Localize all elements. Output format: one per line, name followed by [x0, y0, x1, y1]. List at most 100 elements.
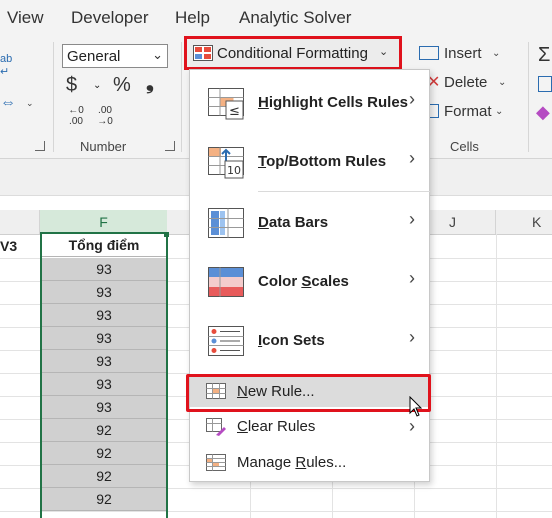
label-part: ighlight Cells Rules — [268, 94, 409, 111]
group-divider — [181, 42, 182, 152]
table-cell[interactable]: 92 — [42, 442, 166, 465]
chevron-right-icon: › — [409, 327, 415, 347]
alignment-launcher-icon[interactable] — [35, 141, 45, 151]
column-header-f[interactable]: F — [40, 210, 167, 234]
mouse-pointer-icon — [409, 396, 423, 417]
number-group-label: Number — [80, 139, 127, 154]
menu-item-top-bottom-rules[interactable]: 10 Top/Bottom Rules › — [190, 134, 429, 192]
accelerator-key: T — [258, 153, 267, 170]
accelerator-key: H — [258, 94, 269, 111]
chevron-down-icon: ⌄ — [152, 47, 163, 62]
clear-rules-label: Clear Rules — [237, 418, 315, 435]
merge-center-icon[interactable]: ⇔ — [0, 94, 16, 112]
table-cell[interactable]: 93 — [42, 304, 166, 327]
menu-bar: View Developer Help Analytic Solver — [0, 0, 552, 36]
column-header-e[interactable] — [0, 210, 40, 234]
label-part: ules... — [306, 454, 347, 471]
label-part: lear Rules — [247, 418, 316, 435]
table-cell[interactable]: 93 — [42, 281, 166, 304]
table-cell[interactable]: 93 — [42, 258, 166, 281]
conditional-formatting-button[interactable]: Conditional Formatting ⌄ — [184, 36, 402, 70]
chevron-right-icon: › — [409, 209, 415, 229]
group-divider — [528, 42, 529, 152]
table-cell[interactable]: 93 — [42, 373, 166, 396]
data-bars-label: Data Bars — [258, 214, 328, 231]
column-header-k[interactable] — [496, 210, 552, 234]
column-k-label: K — [532, 214, 542, 230]
column-j-label: J — [449, 214, 456, 230]
menu-item-icon-sets[interactable]: Icon Sets › — [190, 313, 429, 371]
insert-dropdown-icon[interactable]: ⌄ — [492, 48, 500, 59]
icon-sets-label: Icon Sets — [258, 332, 325, 349]
color-scales-icon — [208, 267, 244, 297]
format-dropdown-icon[interactable]: ⌄ — [495, 106, 503, 117]
percent-style-icon[interactable]: % — [113, 74, 131, 97]
number-format-value: General — [67, 48, 121, 65]
menu-item-color-scales[interactable]: Color Scales › — [190, 254, 429, 312]
table-cell[interactable]: 93 — [42, 327, 166, 350]
format-button[interactable]: Format — [444, 103, 492, 120]
increase-decimal-top: ←0 — [68, 105, 84, 116]
accounting-dropdown-icon[interactable]: ⌄ — [93, 80, 101, 91]
fill-icon[interactable] — [538, 76, 552, 92]
label-part: Manage — [237, 454, 296, 471]
menu-item-highlight-cells-rules[interactable]: ≤ Highlight Cells Rules › — [190, 75, 429, 133]
comma-style-icon[interactable]: ❟ — [146, 72, 154, 95]
less-equal-glyph: ≤ — [229, 104, 240, 119]
merge-dropdown-icon[interactable]: ⌄ — [26, 98, 34, 109]
cell-f1-header[interactable]: Tổng điểm — [42, 234, 166, 257]
new-rule-highlight-annotation — [186, 374, 431, 412]
wrap-text-icon[interactable]: ab ↵ — [0, 53, 12, 78]
menu-item-clear-rules[interactable]: Clear Rules › — [190, 412, 429, 442]
decrease-decimal-icon[interactable]: .00 →0 — [94, 105, 116, 127]
cell-e1[interactable]: V3 — [0, 234, 40, 258]
label-part: Color — [258, 273, 302, 290]
accelerator-key: S — [301, 273, 312, 290]
menu-help[interactable]: Help — [175, 8, 210, 28]
table-cell[interactable]: 92 — [42, 488, 166, 511]
menu-analytic-solver[interactable]: Analytic Solver — [239, 8, 351, 28]
table-cell[interactable]: 93 — [42, 396, 166, 419]
menu-item-data-bars[interactable]: Data Bars › — [190, 195, 429, 253]
menu-item-manage-rules[interactable]: Manage Rules... — [190, 448, 429, 478]
fill-handle[interactable] — [164, 232, 169, 237]
manage-rules-label: Manage Rules... — [237, 454, 346, 471]
group-divider — [53, 42, 54, 152]
insert-button[interactable]: Insert — [444, 45, 482, 62]
accounting-format-icon[interactable]: $ — [66, 74, 77, 97]
clear-eraser-icon[interactable]: ◆ — [536, 102, 550, 123]
number-launcher-icon[interactable] — [165, 141, 175, 151]
conditional-formatting-menu: ≤ Highlight Cells Rules › 10 Top/Bottom … — [189, 69, 430, 482]
conditional-formatting-icon — [193, 45, 213, 61]
column-f-selection[interactable]: Tổng điểm 93 93 93 93 93 93 93 92 92 92 … — [40, 234, 168, 518]
top-bottom-number: 10 — [227, 164, 241, 177]
insert-cells-icon[interactable] — [419, 46, 439, 60]
chevron-right-icon: › — [409, 268, 415, 288]
increase-decimal-icon[interactable]: ←0 .00 — [66, 105, 86, 127]
delete-button[interactable]: Delete — [444, 74, 487, 91]
accelerator-key: D — [258, 214, 269, 231]
accelerator-key: R — [295, 454, 307, 471]
label-part: ata Bars — [268, 214, 329, 231]
table-cell[interactable]: 93 — [42, 350, 166, 373]
autosum-icon[interactable]: Σ — [538, 44, 550, 67]
icon-sets-icon — [208, 326, 244, 356]
menu-view[interactable]: View — [7, 8, 44, 28]
table-cell[interactable]: 92 — [42, 465, 166, 488]
top-bottom-rules-icon: 10 — [208, 147, 244, 179]
menu-developer[interactable]: Developer — [71, 8, 149, 28]
data-bars-icon — [208, 208, 244, 238]
color-scales-label: Color Scales — [258, 273, 349, 290]
accelerator-key: C — [237, 418, 248, 435]
clear-rules-icon — [206, 418, 226, 436]
cells-group-label: Cells — [450, 139, 479, 154]
increase-decimal-bottom: .00 — [69, 116, 83, 127]
column-f-label: F — [99, 214, 108, 230]
highlight-cells-rules-icon: ≤ — [208, 88, 244, 120]
gridline — [496, 234, 497, 518]
number-format-select[interactable]: General ⌄ — [62, 44, 168, 68]
table-cell[interactable]: 92 — [42, 419, 166, 442]
delete-dropdown-icon[interactable]: ⌄ — [498, 77, 506, 88]
conditional-formatting-label: Conditional Formatting — [217, 45, 368, 62]
decrease-decimal-top: .00 — [98, 105, 112, 116]
